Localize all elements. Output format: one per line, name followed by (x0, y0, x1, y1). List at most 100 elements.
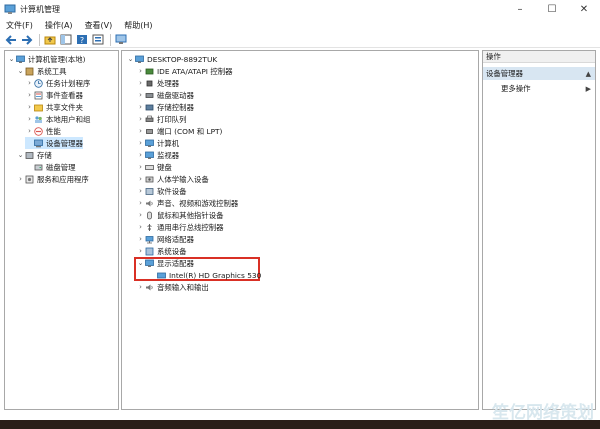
device-category[interactable]: › 声音、视频和游戏控制器 (136, 197, 238, 209)
expand-chevron-icon[interactable]: › (25, 103, 34, 111)
device-category[interactable]: › 键盘 (136, 161, 172, 173)
nav-item[interactable]: ⌄ 存储 (16, 149, 52, 161)
device-category[interactable]: › 网络适配器 (136, 233, 194, 245)
action-device-manager[interactable]: 设备管理器 ▲ (483, 67, 595, 80)
properties-icon[interactable] (91, 33, 105, 47)
actions-header: 操作 (483, 51, 595, 63)
expand-chevron-icon[interactable]: › (25, 91, 34, 99)
device-category[interactable]: › 音频输入和输出 (136, 281, 209, 293)
nav-item[interactable]: › 任务计划程序 (25, 77, 90, 89)
expand-chevron-icon[interactable]: › (136, 247, 145, 255)
device-category[interactable]: › 端口 (COM 和 LPT) (136, 125, 222, 137)
forward-arrow-icon[interactable] (20, 33, 34, 47)
toolbar-separator (39, 33, 40, 46)
device-category[interactable]: › 通用串行总线控制器 (136, 221, 223, 233)
device-category[interactable]: › IDE ATA/ATAPI 控制器 (136, 65, 232, 77)
nav-item[interactable]: › 服务和应用程序 (16, 173, 89, 185)
nav-item[interactable]: › 共享文件夹 (25, 101, 83, 113)
device-category[interactable]: › 处理器 (136, 77, 179, 89)
help-icon[interactable]: ? (75, 33, 89, 47)
monitor-icon[interactable] (114, 33, 128, 47)
nav-item[interactable]: 磁盘管理 (25, 161, 76, 173)
users-icon (34, 115, 43, 124)
expand-chevron-icon[interactable]: › (136, 199, 145, 207)
expand-chevron-icon[interactable]: › (25, 127, 34, 135)
expand-chevron-icon[interactable]: › (136, 211, 145, 219)
expand-chevron-icon[interactable]: › (136, 127, 145, 135)
minimize-button[interactable]: – (504, 0, 536, 18)
device-tree-pane: ⌄ DESKTOP-8892TUK › IDE ATA/ATAPI 控制器 › 处理器 › 磁… (121, 50, 479, 410)
device-category[interactable]: › 计算机 (136, 137, 179, 149)
expand-chevron-icon[interactable]: › (136, 235, 145, 243)
nav-item[interactable]: ⌄ 系统工具 (16, 65, 67, 77)
expand-chevron-icon[interactable]: › (16, 175, 25, 183)
expand-chevron-icon[interactable]: › (136, 79, 145, 87)
collapse-chevron-icon[interactable]: ⌄ (7, 55, 16, 63)
device-category-label: 打印队列 (157, 114, 187, 124)
device-category[interactable]: › 磁盘驱动器 (136, 89, 194, 101)
keyboard-icon (145, 163, 154, 172)
menu-file[interactable]: 文件(F) (6, 20, 33, 31)
collapse-chevron-icon[interactable]: ⌄ (136, 259, 145, 267)
expand-chevron-icon[interactable]: › (136, 139, 145, 147)
nav-item-label: 任务计划程序 (46, 78, 91, 88)
device-tree-root[interactable]: ⌄ DESKTOP-8892TUK (126, 53, 218, 65)
close-button[interactable]: ✕ (568, 0, 600, 18)
device-category[interactable]: › 打印队列 (136, 113, 187, 125)
collapse-chevron-icon[interactable]: ⌄ (126, 55, 135, 63)
usb-icon (145, 223, 154, 232)
device-category[interactable]: › 人体学输入设备 (136, 173, 209, 185)
collapse-arrow-icon[interactable]: ▲ (586, 70, 591, 78)
device-category[interactable]: ⌄ 显示适配器 (136, 257, 194, 269)
sound-icon (145, 199, 154, 208)
show-hide-tree-icon[interactable] (59, 33, 73, 47)
expand-chevron-icon[interactable]: › (136, 151, 145, 159)
device-category[interactable]: › 软件设备 (136, 185, 186, 197)
nav-item[interactable]: ⌄ 计算机管理(本地) (7, 53, 86, 65)
expand-chevron-icon[interactable]: › (25, 79, 34, 87)
action-more-actions-label: 更多操作 (501, 84, 531, 93)
watermark: 笙亿网络策划 (492, 403, 594, 423)
nav-item[interactable]: 设备管理器 (25, 137, 83, 149)
expand-chevron-icon[interactable]: › (136, 175, 145, 183)
collapse-chevron-icon[interactable]: ⌄ (16, 151, 25, 159)
expand-chevron-icon[interactable]: › (136, 163, 145, 171)
system-device-icon (145, 247, 154, 256)
expand-chevron-icon[interactable]: › (136, 223, 145, 231)
hid-icon (145, 175, 154, 184)
ide-icon (145, 67, 154, 76)
monitor-icon (145, 151, 154, 160)
port-icon (145, 127, 154, 136)
menu-help[interactable]: 帮助(H) (124, 20, 152, 31)
back-arrow-icon[interactable] (4, 33, 18, 47)
expand-chevron-icon[interactable]: › (136, 67, 145, 75)
nav-item[interactable]: › 事件查看器 (25, 89, 83, 101)
nav-item-label: 系统工具 (37, 66, 67, 76)
disk-drive-icon (145, 91, 154, 100)
menu-view[interactable]: 查看(V) (85, 20, 113, 31)
audio-icon (145, 283, 154, 292)
device-category[interactable]: › 监视器 (136, 149, 179, 161)
expand-chevron-icon[interactable]: › (136, 115, 145, 123)
collapse-chevron-icon[interactable]: ⌄ (16, 67, 25, 75)
device-item[interactable]: Intel(R) HD Graphics 530 (148, 269, 261, 281)
device-category-label: 音频输入和输出 (157, 282, 209, 292)
nav-item-label: 设备管理器 (46, 138, 83, 148)
device-category-label: 网络适配器 (157, 234, 194, 244)
up-folder-icon[interactable] (43, 33, 57, 47)
nav-item[interactable]: › 性能 (25, 125, 61, 137)
expand-chevron-icon[interactable]: › (136, 187, 145, 195)
maximize-button[interactable]: ☐ (536, 0, 568, 18)
printer-icon (145, 115, 154, 124)
nav-item[interactable]: › 本地用户和组 (25, 113, 90, 125)
menu-action[interactable]: 操作(A) (45, 20, 73, 31)
expand-chevron-icon[interactable]: › (136, 283, 145, 291)
action-more-actions[interactable]: 更多操作 ▶ (483, 82, 595, 95)
device-category[interactable]: › 鼠标和其他指针设备 (136, 209, 223, 221)
expand-chevron-icon[interactable]: › (136, 103, 145, 111)
device-category[interactable]: › 系统设备 (136, 245, 186, 257)
expand-chevron-icon[interactable]: › (136, 91, 145, 99)
processor-icon (145, 79, 154, 88)
device-category[interactable]: › 存储控制器 (136, 101, 194, 113)
expand-chevron-icon[interactable]: › (25, 115, 34, 123)
